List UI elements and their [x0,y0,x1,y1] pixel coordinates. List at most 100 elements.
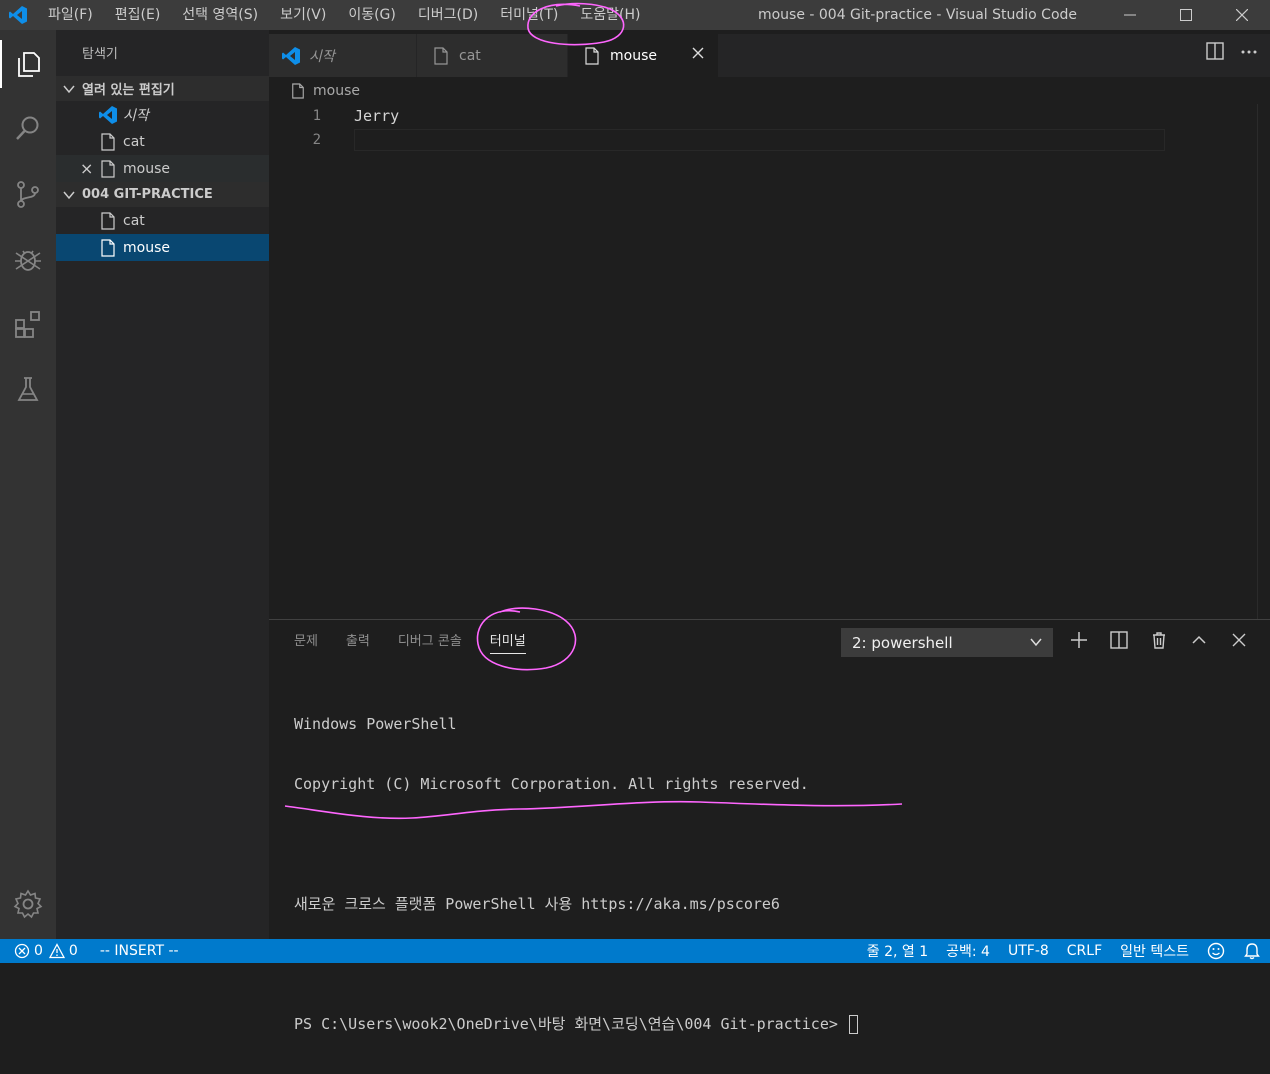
terminal-prompt-line: PS C:\Users\wook2\OneDrive\바탕 화면\코딩\연습\0… [294,1014,858,1034]
tab-debug-console[interactable]: 디버그 콘솔 [398,630,462,654]
breadcrumb[interactable]: mouse [269,78,360,104]
menu-edit[interactable]: 편집(E) [103,0,171,30]
warning-icon [48,943,65,959]
menu-view[interactable]: 보기(V) [268,0,336,30]
close-icon [1236,9,1248,21]
menu-bar: 파일(F) 편집(E) 선택 영역(S) 보기(V) 이동(G) 디버그(D) … [36,0,650,30]
search-icon[interactable] [0,104,56,152]
bell-icon[interactable] [1234,942,1270,960]
line-number: 2 [312,132,321,148]
terminal-cursor [848,1015,858,1034]
close-editor-icon[interactable]: × [80,159,93,178]
code-editor[interactable]: 1 Jerry 2 [269,104,1270,619]
test-flask-icon[interactable] [0,365,56,413]
editor-tabs: 시작 cat mouse [269,34,1270,77]
folder-header[interactable]: 004 GIT-PRACTICE [56,182,269,207]
line-text[interactable]: Jerry [354,107,399,125]
menu-selection[interactable]: 선택 영역(S) [170,0,268,30]
terminal-prompt: PS C:\Users\wook2\OneDrive\바탕 화면\코딩\연습\0… [294,1015,847,1033]
split-terminal-icon[interactable] [1109,630,1129,650]
editor-line: 1 Jerry [269,104,1169,128]
indentation[interactable]: 공백: 4 [937,941,999,961]
vscode-icon [98,105,118,125]
warning-count: 0 [68,943,78,959]
encoding[interactable]: UTF-8 [999,943,1058,959]
terminal-select-value: 2: powershell [852,633,953,652]
menu-file[interactable]: 파일(F) [36,0,103,30]
minimize-icon [1124,14,1136,16]
title-bar: 파일(F) 편집(E) 선택 영역(S) 보기(V) 이동(G) 디버그(D) … [0,0,1270,30]
feedback-smiley-icon[interactable] [1198,942,1234,960]
folder-label: 004 GIT-PRACTICE [82,187,213,202]
minimize-button[interactable] [1102,0,1158,30]
window-controls [1102,0,1270,30]
maximize-button[interactable] [1158,0,1214,30]
status-bar: 0 0 -- INSERT -- 줄 2, 열 1 공백: 4 UTF-8 CR… [0,939,1270,963]
trash-icon[interactable] [1149,630,1169,650]
status-problems[interactable]: 0 0 -- INSERT -- [0,943,179,959]
open-editors-header[interactable]: 열려 있는 편집기 [56,76,269,101]
tab-cat[interactable]: cat [417,34,567,77]
tab-mouse[interactable]: mouse [568,34,718,77]
new-terminal-icon[interactable] [1069,630,1089,650]
file-item-mouse[interactable]: mouse [56,234,269,261]
cursor-position[interactable]: 줄 2, 열 1 [858,941,937,961]
chevron-up-icon[interactable] [1189,630,1209,650]
scrollbar-track[interactable] [1257,104,1258,619]
terminal-select[interactable]: 2: powershell [841,628,1053,657]
vscode-icon [281,46,301,66]
window-title: mouse - 004 Git-practice - Visual Studio… [757,7,1078,23]
menu-go[interactable]: 이동(G) [336,0,406,30]
file-icon [431,46,451,66]
open-editors-label: 열려 있는 편집기 [82,83,175,98]
file-icon [98,238,118,258]
tab-start[interactable]: 시작 [269,34,416,77]
error-count: 0 [34,943,43,959]
chevron-down-icon [1029,635,1043,653]
explorer-icon[interactable] [0,40,56,88]
file-icon [98,132,118,152]
tab-label: cat [459,47,481,64]
tab-close-icon[interactable] [692,47,704,63]
maximize-icon [1180,9,1192,21]
file-item-cat[interactable]: cat [56,207,269,234]
menu-terminal[interactable]: 터미널(T) [488,0,568,30]
tab-output[interactable]: 출력 [346,630,370,654]
debug-icon[interactable] [0,235,56,283]
close-window-button[interactable] [1214,0,1270,30]
gear-icon[interactable] [0,880,56,928]
file-icon [98,159,118,179]
terminal-output[interactable]: Windows PowerShell Copyright (C) Microso… [294,674,858,1074]
panel-tabs: 문제 출력 디버그 콘솔 터미널 [294,630,526,654]
open-editor-label: mouse [123,160,170,177]
split-editor-icon[interactable] [1206,42,1224,64]
tab-terminal[interactable]: 터미널 [489,630,526,654]
file-icon [291,83,305,99]
file-icon [582,46,602,66]
menu-debug[interactable]: 디버그(D) [406,0,488,30]
tab-label: mouse [610,47,657,64]
chevron-down-icon [56,83,82,95]
tab-label: 시작 [309,48,335,65]
error-icon [14,943,30,959]
end-of-line[interactable]: CRLF [1058,943,1111,959]
explorer-sidebar: 탐색기 열려 있는 편집기 시작 cat × mouse 004 GIT-PRA… [56,30,269,939]
terminal-panel: 문제 출력 디버그 콘솔 터미널 2: powershell Windows P… [269,619,1270,1034]
menu-help[interactable]: 도움말(H) [568,0,650,30]
open-editor-label: 시작 [123,107,149,124]
open-editor-item-start[interactable]: 시작 [56,101,269,128]
open-editor-item-cat[interactable]: cat [56,128,269,155]
breadcrumb-file[interactable]: mouse [313,83,360,99]
vscode-logo-icon [0,0,36,30]
sidebar-title: 탐색기 [82,47,118,62]
language-mode[interactable]: 일반 텍스트 [1111,941,1198,961]
terminal-line: 새로운 크로스 플랫폼 PowerShell 사용 https://aka.ms… [294,895,780,913]
open-editor-item-mouse[interactable]: × mouse [56,155,269,182]
close-panel-icon[interactable] [1229,630,1249,650]
line-number: 1 [312,108,321,124]
status-right: 줄 2, 열 1 공백: 4 UTF-8 CRLF 일반 텍스트 [858,939,1270,963]
tab-problems[interactable]: 문제 [294,630,318,654]
more-actions-icon[interactable] [1240,42,1258,64]
extensions-icon[interactable] [0,300,56,348]
source-control-icon[interactable] [0,170,56,218]
